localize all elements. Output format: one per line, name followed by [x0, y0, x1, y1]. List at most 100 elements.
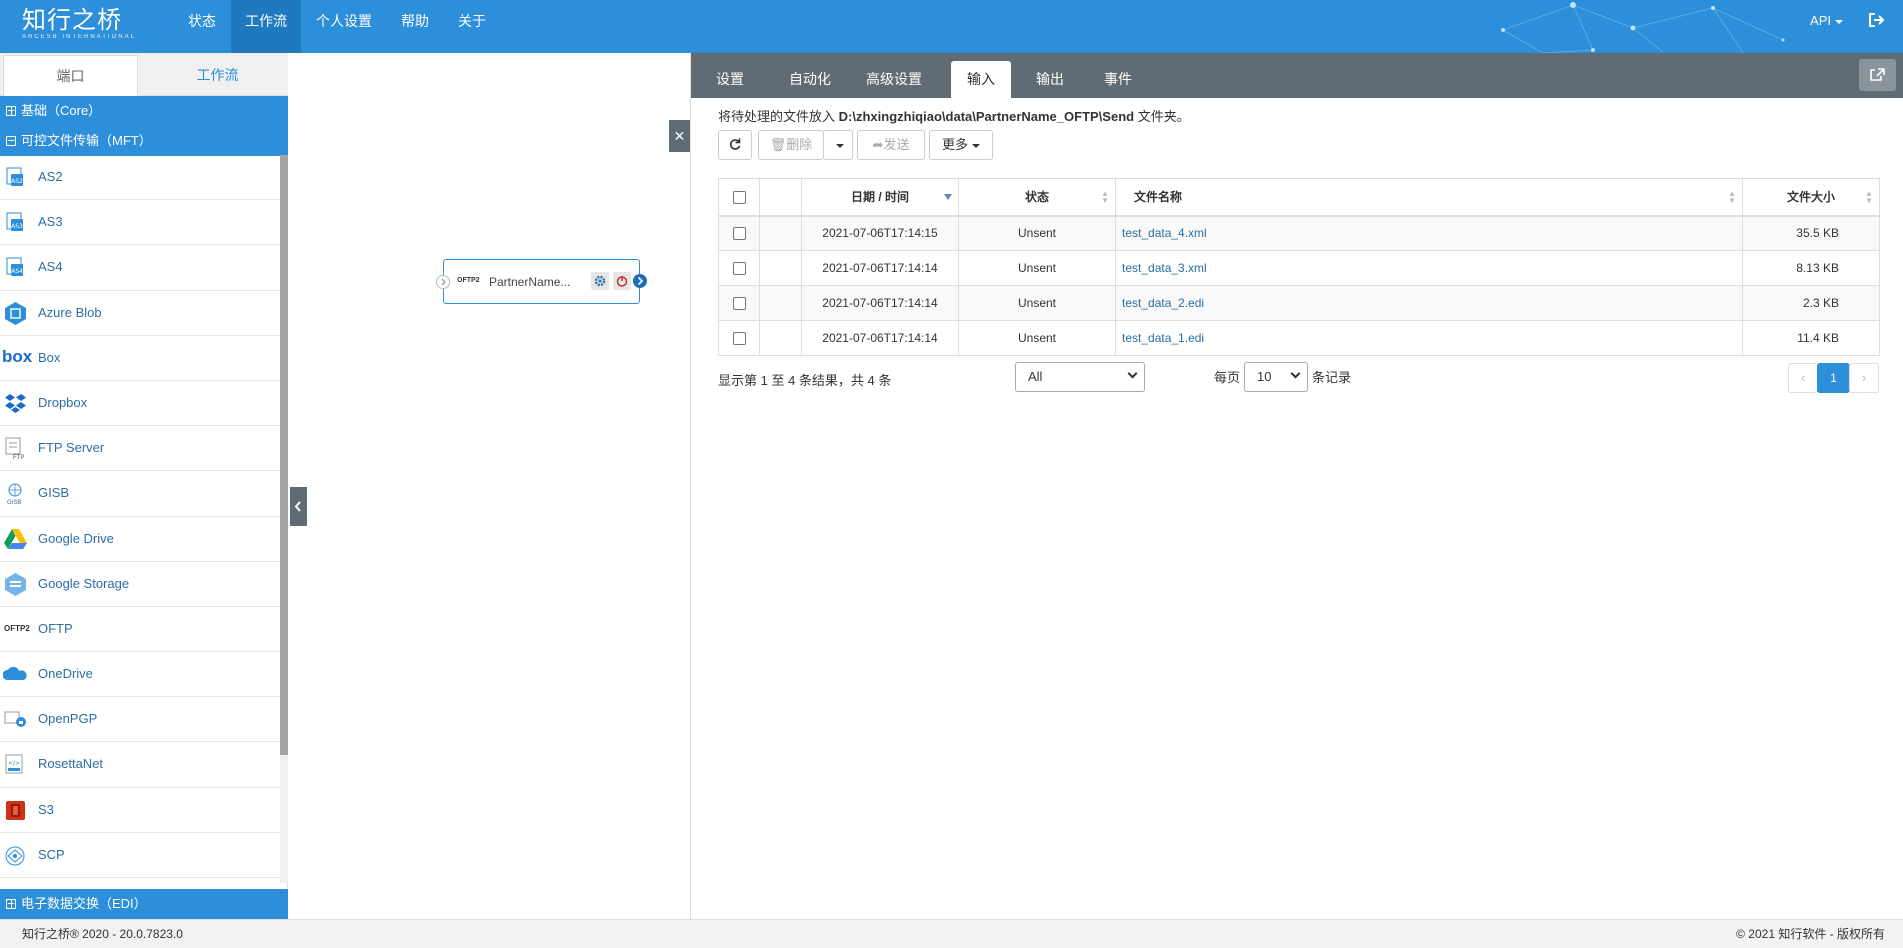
per-page-select[interactable]: 10 [1244, 362, 1308, 392]
connector-box[interactable]: box Box [0, 336, 280, 381]
tab-ports[interactable]: 端口 [3, 55, 138, 96]
category-mft[interactable]: 可控文件传输（MFT） [0, 126, 288, 156]
connector-oftp[interactable]: OFTP2 OFTP [0, 607, 280, 653]
tab-advanced[interactable]: 高级设置 [850, 61, 938, 98]
table-header-row: 日期 / 时间 状态 ▲ ▼ 文件名称 ▲ ▼ 文件大小 ▲ ▼ [718, 178, 1880, 217]
svg-text:AS4: AS4 [11, 268, 23, 275]
send-button[interactable]: ➦发送 [857, 130, 925, 160]
column-date[interactable]: 日期 / 时间 [801, 178, 959, 217]
delete-label: 删除 [786, 137, 813, 152]
nav-help[interactable]: 帮助 [387, 0, 443, 53]
connector-gisb[interactable]: GISB GISB [0, 471, 280, 517]
tab-input[interactable]: 输入 [951, 61, 1011, 98]
as4-icon: AS4 [6, 257, 23, 277]
chevron-left-icon [294, 501, 301, 512]
workflow-node-oftp[interactable]: OFTP2 PartnerName... [443, 259, 640, 304]
connector-list-scroll-thumb[interactable] [280, 155, 288, 755]
column-label: 日期 / 时间 [850, 190, 909, 205]
row-filename-link[interactable]: test_data_1.edi [1115, 320, 1743, 356]
pager-page-1[interactable]: 1 [1817, 363, 1850, 393]
connector-as3[interactable]: AS3 AS3 [0, 200, 280, 246]
per-page-suffix: 条记录 [1312, 370, 1352, 385]
refresh-icon [729, 138, 741, 150]
connector-rosettanet[interactable]: </> RosettaNet [0, 742, 280, 788]
status-filter-select[interactable]: All [1015, 362, 1145, 392]
tab-output[interactable]: 输出 [1020, 61, 1080, 98]
sort-icon: ▲ ▼ [1728, 189, 1736, 205]
google-drive-icon [4, 528, 27, 549]
column-status[interactable]: 状态 ▲ ▼ [958, 178, 1116, 217]
connector-as2[interactable]: AS2 AS2 [0, 155, 280, 201]
node-output-port[interactable] [633, 274, 647, 288]
node-input-port[interactable] [436, 275, 450, 289]
gear-icon [594, 275, 606, 287]
connector-openpgp[interactable]: OpenPGP [0, 697, 280, 743]
brand-subtitle: ARCESB INTERNATIONAL [22, 34, 136, 40]
version-info: 知行之桥® 2020 - 20.0.7823.0 [22, 927, 183, 941]
table-row[interactable]: 2021-07-06T17:14:14 Unsent test_data_2.e… [718, 285, 1880, 321]
collapse-icon [6, 136, 16, 146]
connector-google-storage[interactable]: Google Storage [0, 562, 280, 607]
connector-label: S3 [38, 801, 54, 817]
connector-label: AS2 [38, 169, 63, 184]
logout-icon[interactable] [1869, 13, 1885, 27]
more-button[interactable]: 更多 [929, 130, 993, 160]
connector-onedrive[interactable]: OneDrive [0, 652, 280, 698]
row-checkbox[interactable] [732, 297, 746, 311]
close-panel-button[interactable]: ✕ [669, 120, 690, 152]
connector-scp[interactable]: SCP [0, 833, 280, 878]
caret-down-icon [836, 143, 844, 148]
row-blank-cell [759, 215, 802, 251]
nav-about[interactable]: 关于 [444, 0, 500, 53]
refresh-button[interactable] [718, 130, 752, 160]
category-core[interactable]: 基础（Core） [0, 96, 288, 126]
connector-s3[interactable]: S3 [0, 788, 280, 833]
row-filename-link[interactable]: test_data_4.xml [1115, 215, 1743, 251]
column-filename[interactable]: 文件名称 ▲ ▼ [1115, 178, 1743, 217]
connector-label: FTP Server [38, 440, 105, 456]
connector-as4[interactable]: AS4 AS4 [0, 245, 280, 291]
node-settings-button[interactable] [591, 272, 609, 290]
table-row[interactable]: 2021-07-06T17:14:14 Unsent test_data_3.x… [718, 250, 1880, 286]
brand-logo[interactable]: 知行之桥 ARCESB INTERNATIONAL [22, 6, 136, 40]
open-external-button[interactable] [1859, 59, 1896, 91]
status-filter-value: All [1028, 369, 1043, 384]
svg-text:</>: </> [8, 760, 20, 767]
delete-options-dropdown[interactable] [823, 130, 853, 160]
delete-button[interactable]: 🗑删除 [758, 130, 824, 160]
workflow-canvas[interactable] [289, 53, 690, 919]
tab-workflows[interactable]: 工作流 [150, 55, 285, 96]
connector-dropbox[interactable]: Dropbox [0, 381, 280, 427]
pager-prev-button[interactable]: ‹ [1788, 363, 1818, 393]
tab-settings[interactable]: 设置 [700, 61, 760, 98]
row-filename-link[interactable]: test_data_2.edi [1115, 285, 1743, 321]
node-power-button[interactable] [613, 272, 631, 290]
table-row[interactable]: 2021-07-06T17:14:14 Unsent test_data_1.e… [718, 320, 1880, 356]
row-checkbox[interactable] [732, 262, 746, 276]
pager-next-button[interactable]: › [1849, 363, 1879, 393]
collapse-panel-button[interactable] [290, 487, 307, 526]
nav-personal-settings[interactable]: 个人设置 [302, 0, 386, 53]
chevron-left-icon: ‹ [1800, 370, 1806, 385]
connector-google-drive[interactable]: Google Drive [0, 517, 280, 562]
oftp-node-icon: OFTP2 [457, 277, 480, 284]
category-edi[interactable]: 电子数据交换（EDI） [0, 889, 288, 919]
row-checkbox[interactable] [732, 332, 746, 346]
nav-workflow[interactable]: 工作流 [231, 0, 301, 53]
tab-events[interactable]: 事件 [1088, 61, 1148, 98]
chevron-down-icon [1127, 368, 1138, 379]
row-filename-link[interactable]: test_data_3.xml [1115, 250, 1743, 286]
api-menu[interactable]: API [1810, 0, 1843, 42]
caret-down-icon [1835, 19, 1843, 24]
select-all-checkbox[interactable] [732, 190, 746, 204]
connector-ftp-server[interactable]: FTP FTP Server [0, 426, 280, 472]
tab-automation[interactable]: 自动化 [773, 61, 847, 98]
connector-azure-blob[interactable]: Azure Blob [0, 291, 280, 336]
row-checkbox[interactable] [732, 227, 746, 241]
sort-icon: ▲ ▼ [1101, 189, 1109, 205]
column-filesize[interactable]: 文件大小 ▲ ▼ [1742, 178, 1880, 217]
nav-status[interactable]: 状态 [174, 0, 230, 53]
table-row[interactable]: 2021-07-06T17:14:15 Unsent test_data_4.x… [718, 215, 1880, 251]
chevron-right-icon: › [1861, 370, 1867, 385]
connector-label: OneDrive [38, 666, 93, 682]
